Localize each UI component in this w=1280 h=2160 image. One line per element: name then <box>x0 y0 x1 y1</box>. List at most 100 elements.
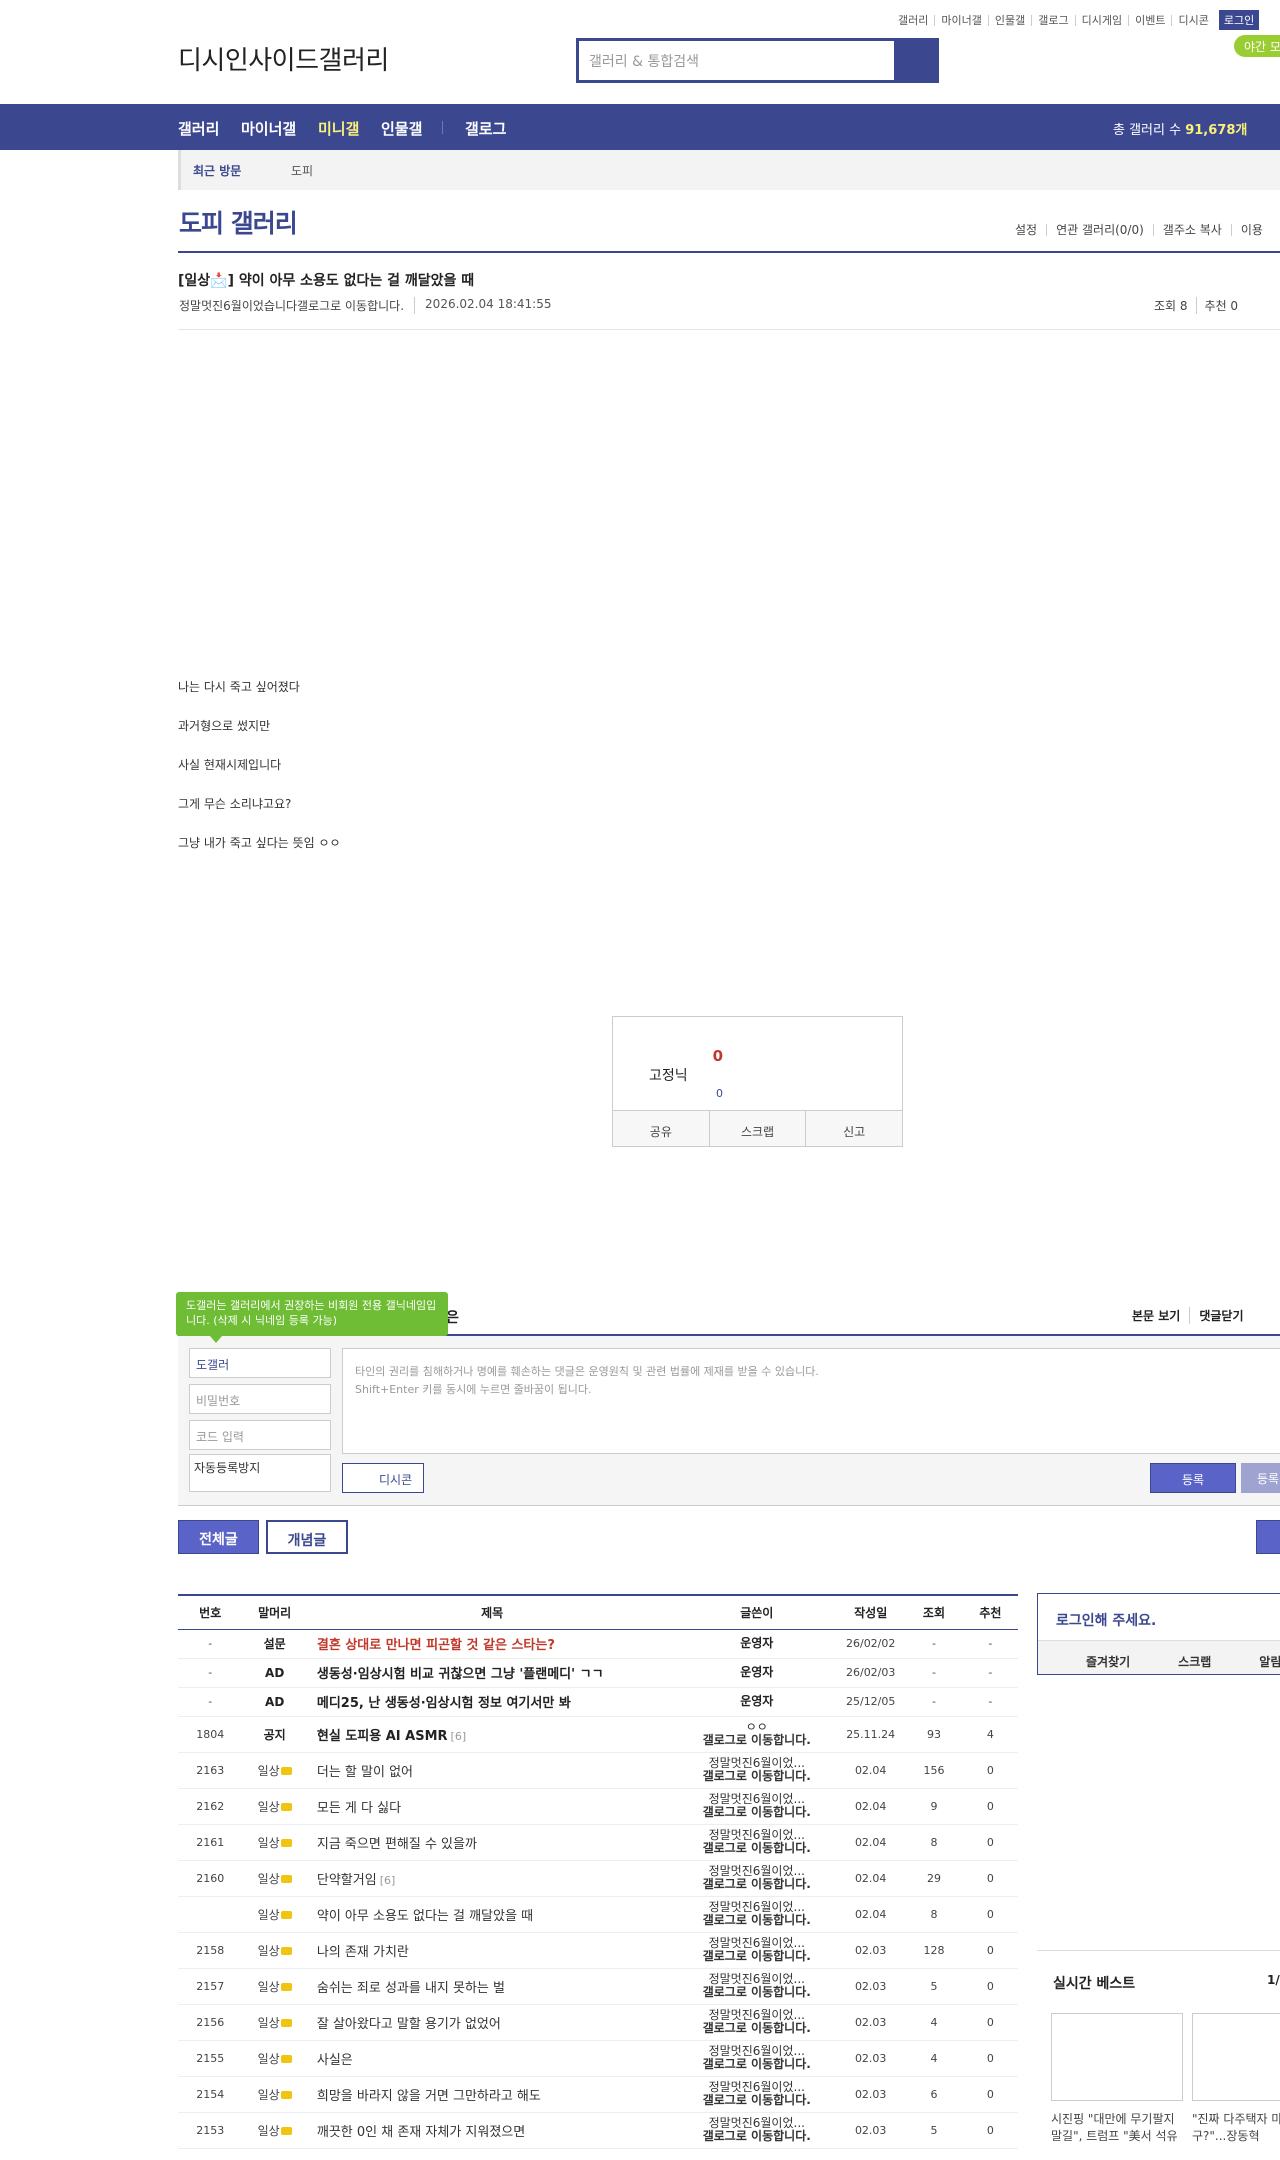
row-writer[interactable]: 정말멋진6월이었... 갤로그로 이동합니다. <box>677 2112 837 2149</box>
comment-textarea[interactable]: 타인의 권리를 침해하거나 명예를 훼손하는 댓글은 운영원칙 및 관련 법률에… <box>342 1348 1280 1454</box>
table-row[interactable]: - AD 생동성·임상시험 비교 귀찮으면 그냥 '플랜메디' ㄱㄱ 운영자 26/02… <box>178 1658 1018 1688</box>
row-title-text[interactable]: 숨쉬는 죄로 성과를 내지 못하는 벌 <box>317 1981 505 1996</box>
recent-item[interactable]: 도피 <box>291 162 313 179</box>
settings-link[interactable]: 설정 <box>1006 224 1046 236</box>
row-gallog-badge[interactable]: 갤로그로 이동합니다. <box>677 2094 836 2107</box>
row-gallog-badge[interactable]: 갤로그로 이동합니다. <box>677 2058 836 2071</box>
row-title[interactable]: 약이 아무 소용도 없다는 걸 깨달았을 때 <box>306 1896 678 1933</box>
row-title[interactable]: 나의 존재 가치란 <box>306 1932 678 1969</box>
best-thumbnail[interactable] <box>1051 2013 1183 2101</box>
top-link-dccon[interactable]: 디시콘 <box>1171 14 1214 26</box>
fixed-nick-image[interactable]: 고정닉 <box>649 1065 688 1085</box>
nickname-field[interactable]: 도갤러 <box>189 1348 331 1378</box>
dccon-button[interactable]: 디시콘 <box>342 1463 424 1493</box>
row-title-text[interactable]: 사실은 <box>317 2053 353 2068</box>
search-input[interactable]: 갤러리 & 통합검색 <box>579 41 894 80</box>
table-row[interactable]: - 설문 결혼 상대로 만나면 피곤할 것 같은 스타는? 운영자 26/02/02- - <box>178 1629 1018 1659</box>
captcha-image[interactable]: 자동등록방지 <box>189 1454 331 1492</box>
search-button[interactable] <box>894 41 936 80</box>
row-writer[interactable]: 정말멋진6월이었... 갤로그로 이동합니다. <box>677 1896 837 1933</box>
row-title[interactable]: 생동성·임상시험 비교 귀찮으면 그냥 '플랜메디' ㄱㄱ <box>306 1658 678 1688</box>
nav-mini[interactable]: 미니갤 <box>318 118 359 139</box>
row-title[interactable]: 모든 게 다 싫다 <box>306 1788 678 1825</box>
row-title-text[interactable]: 현실 도피용 AI ASMR <box>317 1729 448 1744</box>
gallery-title[interactable]: 도피 갤러리 <box>179 204 298 240</box>
table-row[interactable]: 2155 일상 사실은 정말멋진6월이었... 갤로그로 이동합니다. 02.03 4 0 <box>178 2040 1018 2077</box>
table-row[interactable]: 2161 일상 지금 죽으면 편해질 수 있을까 정말멋진6월이었... 갤로그로 이동… <box>178 1824 1018 1861</box>
row-writer[interactable]: ㅇㅇ 갤로그로 이동합니다. <box>677 1716 837 1753</box>
login-prompt[interactable]: 로그인해 주세요. <box>1056 1610 1156 1630</box>
notification-link[interactable]: 알림 <box>1211 1641 1280 1674</box>
best-caption[interactable]: "진짜 다주택자 마 누구?"...장동혁 <box>1192 2111 1280 2145</box>
top-link-event[interactable]: 이벤트 <box>1128 14 1171 26</box>
row-gallog-badge[interactable]: 갤로그로 이동합니다. <box>677 1950 836 1963</box>
row-gallog-badge[interactable]: 갤로그로 이동합니다. <box>677 1914 836 1927</box>
row-title[interactable]: 더는 할 말이 없어 <box>306 1752 678 1789</box>
col-subject[interactable]: 말머리 <box>242 1595 307 1630</box>
row-writer[interactable]: 정말멋진6월이었... 갤로그로 이동합니다. <box>677 1932 837 1969</box>
row-writer[interactable]: 정말멋진6월이었... 갤로그로 이동합니다. <box>677 2004 837 2041</box>
row-writer-name[interactable]: 운영자 <box>677 1695 836 1708</box>
row-title[interactable]: 현실 도피용 AI ASMR [6] <box>306 1716 678 1753</box>
row-reply-count[interactable]: [6] <box>380 1874 396 1887</box>
row-title-text[interactable]: 희망을 바라지 않을 거면 그만하라고 해도 <box>317 2089 541 2104</box>
favorites-link[interactable]: 즐겨찾기 <box>1038 1641 1130 1674</box>
submit-alt-button[interactable]: 등록 <box>1241 1463 1280 1493</box>
row-gallog-badge[interactable]: 갤로그로 이동합니다. <box>677 2022 836 2035</box>
row-title-text[interactable]: 약이 아무 소용도 없다는 걸 깨달았을 때 <box>317 1909 533 1924</box>
row-title-text[interactable]: 더는 할 말이 없어 <box>317 1765 413 1780</box>
submit-comment-button[interactable]: 등록 <box>1150 1463 1236 1493</box>
table-row[interactable]: 2153 일상 깨끗한 0인 채 존재 자체가 지워졌으면 정말멋진6월이었... 갤로… <box>178 2112 1018 2149</box>
row-title[interactable]: 메디25, 난 생동성·임상시험 정보 여기서만 봐 <box>306 1687 678 1717</box>
site-logo[interactable]: 디시인사이드갤러리 <box>178 40 389 77</box>
row-title-text[interactable]: 깨끗한 0인 채 존재 자체가 지워졌으면 <box>317 2125 525 2140</box>
row-writer-name[interactable]: 운영자 <box>677 1666 836 1679</box>
copy-address-link[interactable]: 갤주소 복사 <box>1152 224 1231 236</box>
row-gallog-badge[interactable]: 갤로그로 이동합니다. <box>677 1986 836 1999</box>
top-link-gallog[interactable]: 갤로그 <box>1031 14 1074 26</box>
table-row[interactable]: - AD 메디25, 난 생동성·임상시험 정보 여기서만 봐 운영자 25/12/05… <box>178 1687 1018 1717</box>
row-gallog-badge[interactable]: 갤로그로 이동합니다. <box>677 2130 836 2143</box>
tab-all-posts[interactable]: 전체글 <box>178 1520 259 1554</box>
row-title[interactable]: 깨끗한 0인 채 존재 자체가 지워졌으면 <box>306 2112 678 2149</box>
row-writer-name[interactable]: 운영자 <box>677 1637 836 1650</box>
code-field[interactable]: 코드 입력 <box>189 1420 331 1450</box>
row-reply-count[interactable]: [6] <box>451 1730 467 1743</box>
row-gallog-badge[interactable]: 갤로그로 이동합니다. <box>677 1842 836 1855</box>
row-writer[interactable]: 정말멋진6월이었... 갤로그로 이동합니다. <box>677 1968 837 2005</box>
row-title-text[interactable]: 잘 살아왔다고 말할 용기가 없었어 <box>317 2017 501 2032</box>
nav-minor[interactable]: 마이너갤 <box>241 118 296 139</box>
row-title[interactable]: 지금 죽으면 편해질 수 있을까 <box>306 1824 678 1861</box>
table-row[interactable]: 2154 일상 희망을 바라지 않을 거면 그만하라고 해도 정말멋진6월이었... 갤… <box>178 2076 1018 2113</box>
scrap-link[interactable]: 스크랩 <box>1130 1641 1211 1674</box>
best-thumbnail[interactable] <box>1192 2013 1280 2101</box>
password-field[interactable]: 비밀번호 <box>189 1384 331 1414</box>
row-writer[interactable]: 운영자 <box>677 1658 837 1688</box>
row-writer[interactable]: 정말멋진6월이었... 갤로그로 이동합니다. <box>677 1752 837 1789</box>
best-caption[interactable]: 시진핑 "대만에 무기팔지 말길", 트럼프 "美서 석유 <box>1051 2111 1185 2145</box>
tab-concept-posts[interactable]: 개념글 <box>266 1520 348 1554</box>
view-body-button[interactable]: 본문 보기 <box>1123 1307 1189 1324</box>
row-writer[interactable]: 운영자 <box>677 1629 837 1659</box>
post-writer[interactable]: 정말멋진6월이었습니다 <box>179 297 297 314</box>
row-title-text[interactable]: 나의 존재 가치란 <box>317 1945 409 1960</box>
top-link-person[interactable]: 인물갤 <box>987 14 1031 26</box>
table-row[interactable]: 2156 일상 잘 살아왔다고 말할 용기가 없었어 정말멋진6월이었... 갤로그로 … <box>178 2004 1018 2041</box>
table-row[interactable]: 2158 일상 나의 존재 가치란 정말멋진6월이었... 갤로그로 이동합니다. 02.… <box>178 1932 1018 1969</box>
related-gallery-link[interactable]: 연관 갤러리(0/0) <box>1046 224 1153 236</box>
table-row[interactable]: 1804 공지 현실 도피용 AI ASMR [6] ㅇㅇ 갤로그로 이동합니다. 25.1… <box>178 1716 1018 1753</box>
row-title-text[interactable]: 메디25, 난 생동성·임상시험 정보 여기서만 봐 <box>317 1696 571 1711</box>
row-title[interactable]: 결혼 상대로 만나면 피곤할 것 같은 스타는? <box>306 1629 678 1659</box>
usage-link[interactable]: 이용 <box>1230 224 1272 236</box>
row-writer[interactable]: 운영자 <box>677 1687 837 1717</box>
row-gallog-badge[interactable]: 갤로그로 이동합니다. <box>677 1770 836 1783</box>
row-title-text[interactable]: 결혼 상대로 만나면 피곤할 것 같은 스타는? <box>317 1638 555 1653</box>
row-gallog-badge[interactable]: 갤로그로 이동합니다. <box>677 1734 836 1747</box>
row-title-text[interactable]: 생동성·임상시험 비교 귀찮으면 그냥 '플랜메디' ㄱㄱ <box>317 1667 604 1682</box>
top-link-gallery[interactable]: 갤러리 <box>892 15 934 26</box>
top-link-minor[interactable]: 마이너갤 <box>934 14 987 26</box>
scrap-button[interactable]: 스크랩 <box>708 1111 806 1146</box>
write-button[interactable] <box>1256 1520 1280 1554</box>
row-writer[interactable]: 정말멋진6월이었... 갤로그로 이동합니다. <box>677 1788 837 1825</box>
row-title[interactable]: 단약할거임 [6] <box>306 1860 678 1897</box>
